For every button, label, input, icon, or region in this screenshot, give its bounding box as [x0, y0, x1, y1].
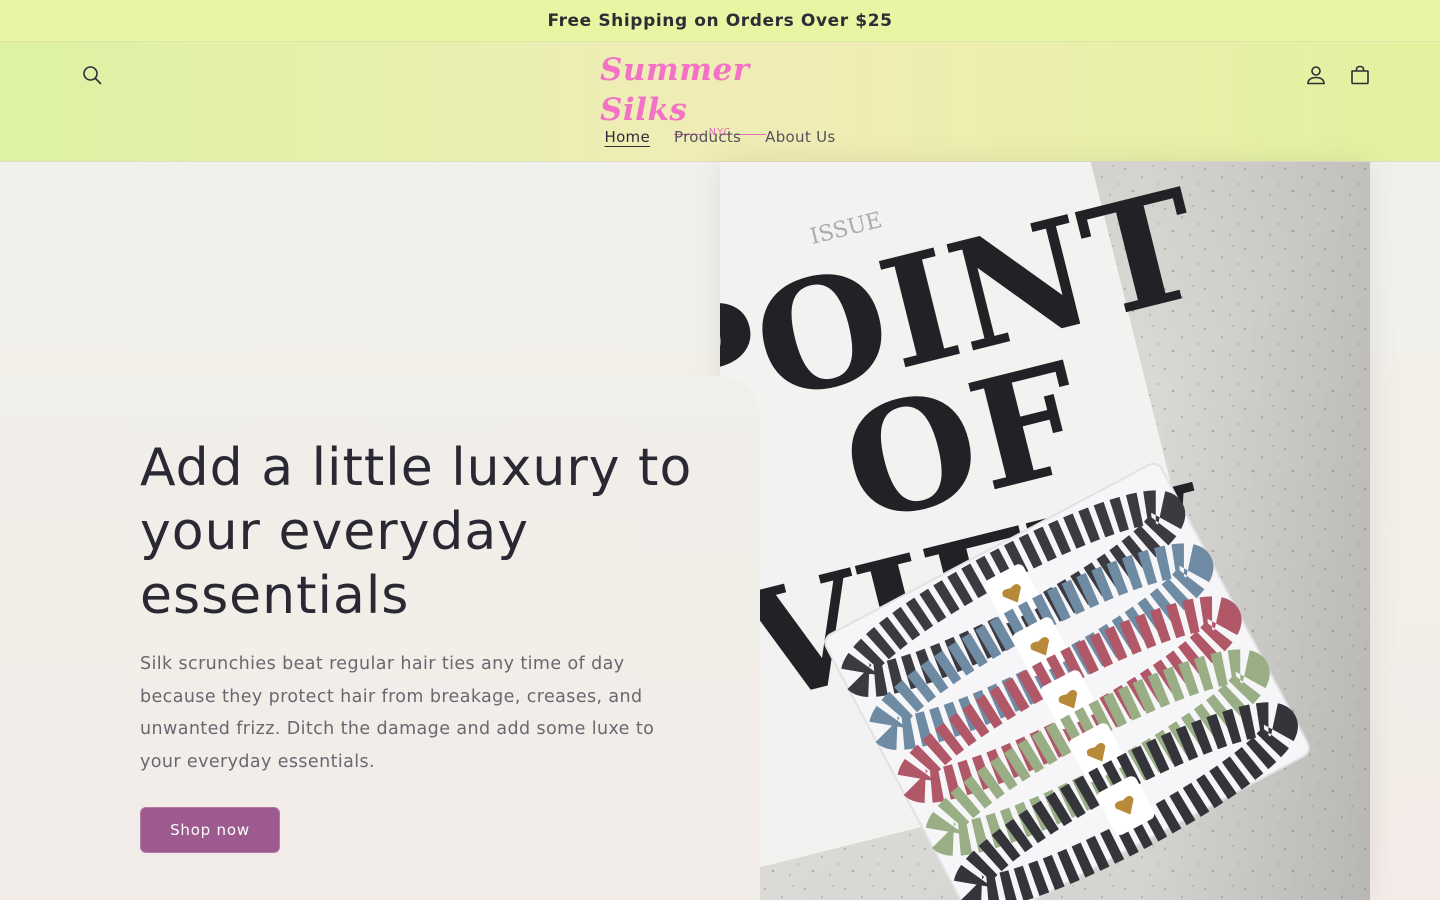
hero-section: ISSUE POINT OF VIEW — [0, 162, 1440, 900]
search-icon — [83, 66, 102, 85]
main-nav: Home Products About Us — [0, 128, 1440, 152]
account-icon — [1307, 66, 1325, 85]
nav-item-about-us[interactable]: About Us — [753, 128, 847, 152]
scrunchies-photo: ISSUE POINT OF VIEW — [720, 162, 1370, 900]
nav-item-products[interactable]: Products — [662, 128, 753, 152]
hero-title: Add a little luxury to your everyday ess… — [140, 438, 693, 626]
nav-item-home[interactable]: Home — [593, 128, 663, 152]
cart-icon — [1351, 65, 1369, 85]
shop-now-button[interactable]: Shop now — [140, 807, 280, 853]
announcement-bar: Free Shipping on Orders Over $25 — [0, 0, 1440, 42]
site-header: Summer Silks NYC Home Products About Us — [0, 42, 1440, 162]
logo-wordmark: Summer Silks — [600, 52, 750, 128]
search-button[interactable] — [72, 55, 112, 95]
cart-button[interactable] — [1340, 55, 1380, 95]
account-button[interactable] — [1296, 55, 1336, 95]
logo[interactable]: Summer Silks NYC — [600, 50, 840, 138]
hero-image: ISSUE POINT OF VIEW — [720, 162, 1370, 900]
announcement-text: Free Shipping on Orders Over $25 — [547, 10, 893, 31]
hero-description: Silk scrunchies beat regular hair ties a… — [140, 654, 655, 772]
